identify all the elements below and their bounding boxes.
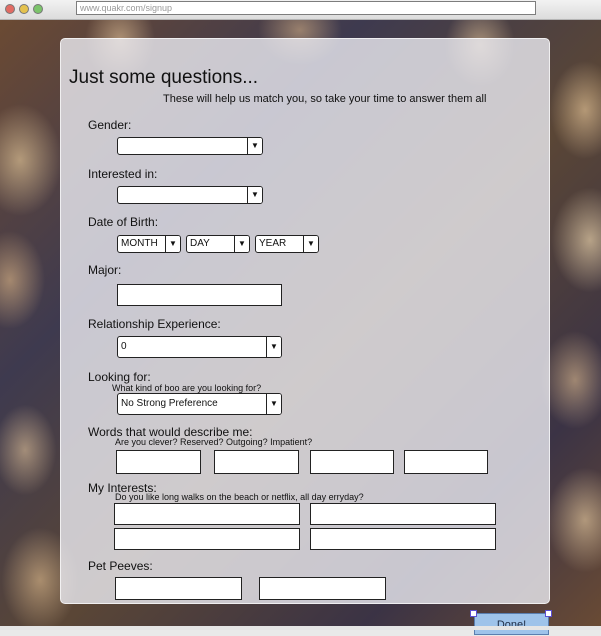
word-input-2[interactable]	[214, 450, 299, 474]
word-input-1[interactable]	[116, 450, 201, 474]
dob-month-value: MONTH	[121, 238, 158, 249]
interested-in-select[interactable]: ▼	[117, 186, 263, 204]
word-input-3[interactable]	[310, 450, 394, 474]
looking-for-hint: What kind of boo are you looking for?	[112, 383, 262, 393]
word-input-4[interactable]	[404, 450, 488, 474]
looking-for-value: No Strong Preference	[121, 398, 218, 409]
resize-handle[interactable]	[470, 610, 477, 617]
dob-month-select[interactable]: MONTH ▼	[117, 235, 181, 253]
chevron-down-icon[interactable]: ▼	[247, 187, 262, 203]
looking-for-label: Looking for:	[88, 370, 151, 384]
interest-input-2[interactable]	[310, 503, 496, 525]
major-label: Major:	[88, 263, 122, 277]
chevron-down-icon[interactable]: ▼	[266, 337, 281, 357]
pet-peeve-input-2[interactable]	[259, 577, 386, 600]
interest-input-1[interactable]	[114, 503, 300, 525]
pet-peeve-input-1[interactable]	[115, 577, 242, 600]
chevron-down-icon[interactable]: ▼	[247, 138, 262, 154]
chevron-down-icon[interactable]: ▼	[266, 394, 281, 414]
chevron-down-icon[interactable]: ▼	[165, 236, 180, 252]
resize-handle[interactable]	[545, 610, 552, 617]
interests-hint: Do you like long walks on the beach or n…	[115, 492, 364, 502]
dob-day-value: DAY	[190, 238, 210, 249]
address-bar[interactable]: www.quakr.com/signup	[76, 1, 536, 15]
chevron-down-icon[interactable]: ▼	[303, 236, 318, 252]
words-hint: Are you clever? Reserved? Outgoing? Impa…	[115, 437, 313, 447]
gender-label: Gender:	[88, 118, 132, 132]
gender-select[interactable]: ▼	[117, 137, 263, 155]
relationship-experience-value: 0	[121, 341, 127, 352]
maximize-window-icon[interactable]	[33, 4, 43, 14]
dob-year-value: YEAR	[259, 238, 287, 249]
page-title: Just some questions...	[69, 67, 259, 88]
interested-in-label: Interested in:	[88, 167, 158, 181]
looking-for-select[interactable]: No Strong Preference ▼	[117, 393, 282, 415]
dob-label: Date of Birth:	[88, 215, 159, 229]
interest-input-3[interactable]	[114, 528, 300, 550]
close-window-icon[interactable]	[5, 4, 15, 14]
dob-day-select[interactable]: DAY ▼	[186, 235, 250, 253]
bottom-edge	[0, 626, 601, 630]
dob-year-select[interactable]: YEAR ▼	[255, 235, 319, 253]
relationship-experience-select[interactable]: 0 ▼	[117, 336, 282, 358]
done-button[interactable]: Done!	[474, 613, 549, 635]
minimize-window-icon[interactable]	[19, 4, 29, 14]
browser-toolbar: www.quakr.com/signup	[0, 0, 601, 20]
chevron-down-icon[interactable]: ▼	[234, 236, 249, 252]
interest-input-4[interactable]	[310, 528, 496, 550]
relationship-experience-label: Relationship Experience:	[88, 317, 221, 331]
pet-peeves-label: Pet Peeves:	[88, 559, 153, 573]
page-subtitle: These will help us match you, so take yo…	[163, 93, 487, 105]
major-input[interactable]	[117, 284, 282, 306]
